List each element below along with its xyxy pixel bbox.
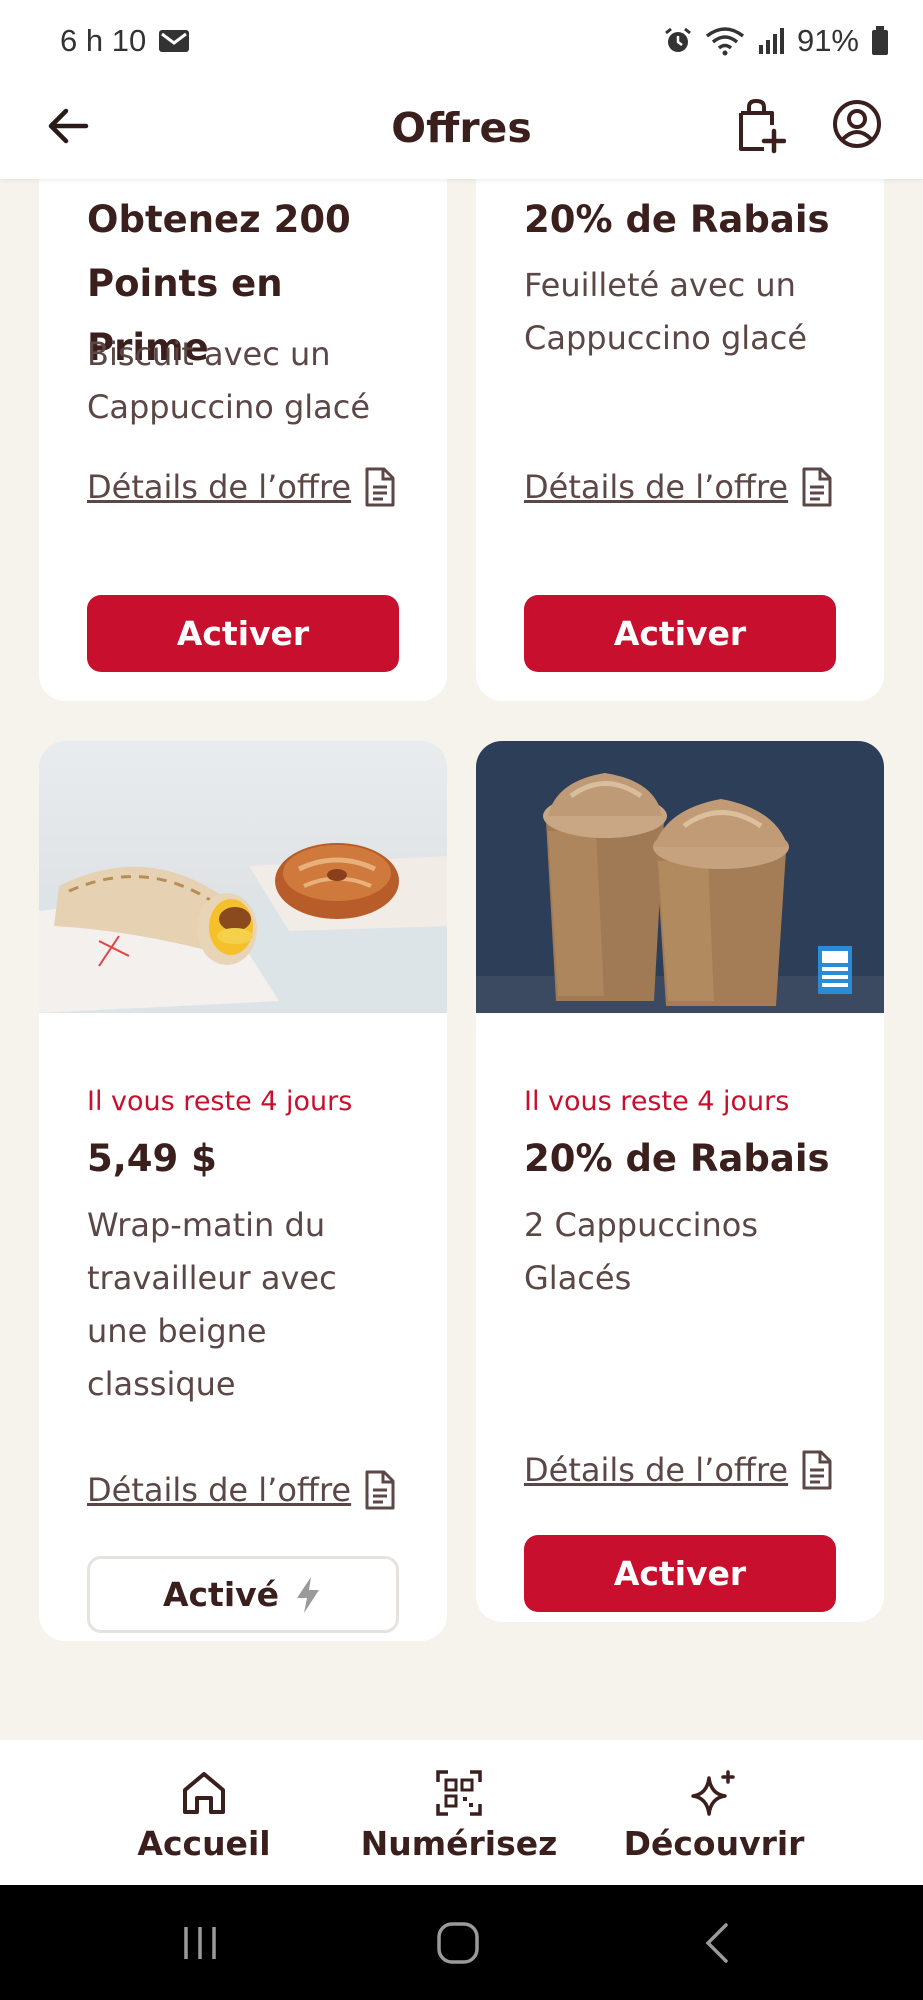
document-icon [802, 467, 832, 507]
sparkle-icon [691, 1770, 735, 1816]
activate-button[interactable]: Activer [87, 595, 399, 672]
mail-icon [159, 30, 190, 52]
nav-label: Découvrir [623, 1824, 805, 1863]
offer-card: Il vous reste 4 jours 20% de Rabais 2 Ca… [476, 741, 884, 1622]
nav-label: Accueil [137, 1824, 271, 1863]
activated-button[interactable]: Activé [87, 1556, 399, 1633]
lightning-icon [297, 1576, 320, 1613]
system-nav-bar [0, 1885, 923, 2000]
status-time: 6 h 10 [60, 23, 147, 58]
document-icon [365, 467, 395, 507]
offer-details-link[interactable]: Détails de l’offre [524, 467, 834, 507]
nav-label: Numérisez [360, 1824, 558, 1863]
offer-description: 2 Cappuccinos Glacés [524, 1206, 758, 1297]
account-icon[interactable] [832, 99, 882, 149]
nav-item-decouvrir[interactable]: Découvrir [594, 1770, 834, 1863]
activated-label: Activé [162, 1575, 280, 1614]
offer-description: Feuilleté avec un Cappuccino glacé [524, 266, 808, 357]
recent-apps-icon[interactable] [180, 1923, 220, 1963]
offer-headline: 20% de Rabais [524, 198, 830, 241]
offer-card: 20% de Rabais Feuilleté avec un Cappucci… [476, 179, 884, 701]
offer-details-label: Détails de l’offre [87, 468, 352, 506]
qr-scan-icon [436, 1770, 482, 1816]
wifi-icon [705, 27, 745, 56]
home-icon [183, 1772, 225, 1814]
offer-headline: 20% de Rabais [524, 1137, 830, 1180]
offer-details-label: Détails de l’offre [524, 1451, 789, 1489]
document-icon [802, 1450, 832, 1490]
status-bar: 6 h 10 91% [0, 0, 923, 82]
activate-button[interactable]: Activer [524, 1535, 836, 1612]
battery-icon [872, 26, 888, 55]
offer-card: Il vous reste 4 jours 5,49 $ Wrap-matin … [39, 741, 447, 1641]
document-icon [365, 1470, 395, 1510]
app-header: Offres [0, 82, 923, 179]
offer-expiry: Il vous reste 4 jours [87, 1086, 353, 1117]
nav-item-numerisez[interactable]: Numérisez [339, 1770, 579, 1863]
activate-button[interactable]: Activer [524, 595, 836, 672]
offer-details-label: Détails de l’offre [524, 468, 789, 506]
offer-description: Wrap-matin du travailleur avec une beign… [87, 1206, 337, 1403]
offer-card: Obtenez 200 Points en Prime Biscuit avec… [39, 179, 447, 701]
bottom-nav: Accueil Numérisez Découvrir [0, 1740, 923, 1885]
nav-item-accueil[interactable]: Accueil [84, 1770, 324, 1863]
offers-list[interactable]: Obtenez 200 Points en Prime Biscuit avec… [0, 179, 923, 1740]
offer-details-link[interactable]: Détails de l’offre [87, 1470, 397, 1510]
iced-cappuccinos-image [476, 741, 884, 1013]
offer-details-label: Détails de l’offre [87, 1471, 352, 1509]
bag-add-icon[interactable] [736, 97, 786, 155]
offer-headline: 5,49 $ [87, 1137, 217, 1180]
offer-details-link[interactable]: Détails de l’offre [87, 467, 397, 507]
offer-expiry: Il vous reste 4 jours [524, 1086, 790, 1117]
offer-description: Biscuit avec un Cappuccino glacé [87, 335, 371, 426]
wrap-and-donut-image [39, 741, 447, 1013]
offer-details-link[interactable]: Détails de l’offre [524, 1450, 834, 1490]
alarm-icon [665, 27, 691, 52]
battery-percent: 91% [796, 23, 859, 58]
home-button-icon[interactable] [436, 1921, 480, 1965]
signal-icon [758, 28, 784, 54]
back-button-icon[interactable] [702, 1921, 732, 1965]
